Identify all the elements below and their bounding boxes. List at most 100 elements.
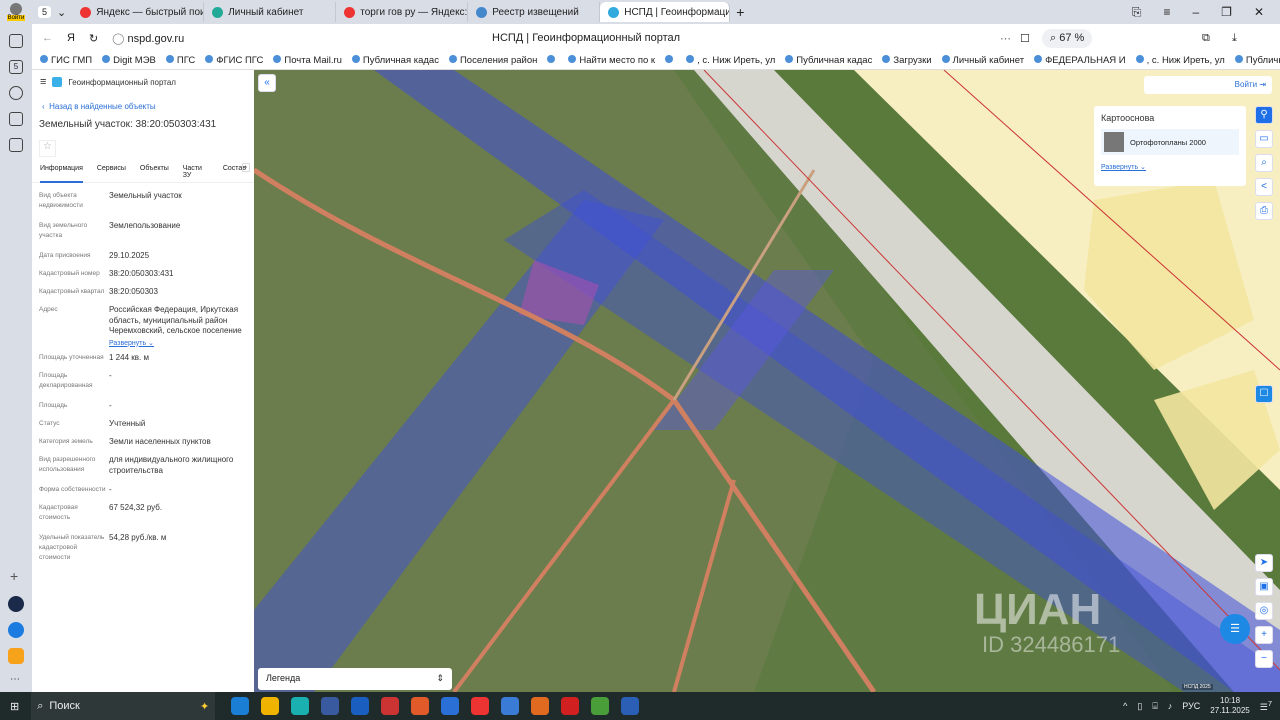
taskbar-app-icon[interactable] (501, 697, 520, 715)
menu-icon[interactable]: ≡ (1163, 5, 1170, 20)
collections-icon[interactable] (9, 34, 23, 48)
panel-tab[interactable]: Информация (40, 165, 83, 183)
taskbar-app-icon[interactable] (531, 697, 550, 715)
taskbar-app-icon[interactable] (591, 697, 610, 715)
notifications-icon[interactable]: ☰7 (1260, 699, 1272, 713)
bookmark-item[interactable]: Публичная кадас (785, 55, 872, 66)
apps-icon[interactable] (9, 138, 23, 152)
taskbar-app-icon[interactable] (471, 697, 490, 715)
chat-button[interactable]: ☐ (1255, 385, 1273, 403)
expand-link[interactable]: Развернуть ⌄ (1101, 163, 1239, 171)
more-icon[interactable]: ⋯ (10, 674, 20, 685)
bookmark-item[interactable]: Публичная кадас (351, 55, 439, 66)
taskbar-app-icon[interactable] (621, 697, 640, 715)
bookmark-item[interactable]: , с. Ниж Иреть, ул (1135, 55, 1225, 66)
volume-icon[interactable]: ♪ (1168, 701, 1173, 711)
play-icon[interactable] (9, 86, 23, 100)
restore-button[interactable]: ❐ (1221, 5, 1232, 20)
basemap-option[interactable]: Ортофотопланы 2000 (1101, 129, 1239, 155)
windows-start-icon[interactable]: ⊞ (10, 700, 19, 713)
panel-tab[interactable]: Части ЗУ (183, 165, 209, 182)
yandex-icon[interactable]: Я (67, 32, 75, 44)
bookmark-item[interactable]: Публичная ка (1234, 55, 1280, 66)
language-indicator[interactable]: РУС (1182, 701, 1200, 711)
minimize-button[interactable]: – (1192, 5, 1199, 20)
taskbar-app-icon[interactable] (321, 697, 340, 715)
login-button[interactable]: Войти ⇥ (1144, 76, 1272, 94)
extensions-icon[interactable]: ⧉ (1202, 32, 1210, 45)
taskbar-app-icon[interactable] (381, 697, 400, 715)
tabs-scroll-right-button[interactable]: › (241, 163, 250, 172)
tabs-icon[interactable]: 5 (9, 60, 23, 74)
network-icon[interactable]: ⌸ (1152, 701, 1157, 712)
taskbar-app-icon[interactable] (561, 697, 580, 715)
clock[interactable]: 10:18 27.11.2025 (1210, 696, 1249, 716)
url-field[interactable]: ◯ nspd.gov.ru (112, 32, 184, 45)
geolocation-button[interactable]: ◎ (1255, 602, 1273, 620)
bookmark-item[interactable]: ПГС (165, 55, 195, 66)
bookmark-item[interactable]: Почта Mail.ru (273, 55, 342, 66)
favorite-star-icon[interactable]: ☆ (39, 140, 56, 157)
locate-button[interactable]: ➤ (1255, 554, 1273, 572)
bookmark-item[interactable]: ФЕДЕРАЛЬНАЯ И (1034, 55, 1126, 66)
new-tab-button[interactable]: + (736, 4, 744, 20)
taskbar-search[interactable]: ⌕ Поиск ✦ (31, 692, 216, 720)
minimap-button[interactable]: ▣ (1255, 578, 1273, 596)
taskbar-app-icon[interactable] (261, 697, 280, 715)
browser-tab[interactable]: НСПД | Геоинформационный портал× (600, 2, 731, 22)
support-chat-icon[interactable]: ☰ (1220, 614, 1250, 644)
bookmark-item[interactable]: ФГИС ПГС (205, 55, 263, 66)
more-icon[interactable]: ⋯ (1000, 32, 1011, 45)
taskbar-app-icon[interactable] (411, 697, 430, 715)
layers-button[interactable]: ⚲ (1255, 106, 1273, 124)
taskbar-app-icon[interactable] (231, 697, 250, 715)
profile-button[interactable]: Войти (0, 3, 32, 21)
collapse-panel-button[interactable]: « (258, 74, 276, 92)
image-icon[interactable] (9, 112, 23, 126)
close-window-button[interactable]: ✕ (1254, 5, 1264, 20)
bookmark-icon[interactable]: ☐ (1020, 32, 1030, 45)
expand-address-link[interactable]: Развернуть ⌄ (109, 339, 246, 350)
search-area-button[interactable]: ⌕ (1255, 154, 1273, 172)
browser-tab[interactable]: Реестр извещений (468, 2, 601, 22)
taskbar-app-icon[interactable] (441, 697, 460, 715)
reload-icon[interactable]: ↻ (89, 32, 98, 45)
menu-icon[interactable]: ≡ (40, 76, 46, 88)
taskbar-app-icon[interactable] (351, 697, 370, 715)
tab-count[interactable]: 5 (38, 6, 52, 18)
bookmark-item[interactable] (665, 55, 676, 66)
browser-tab[interactable]: Личный кабинет (204, 2, 337, 22)
tabs-dropdown-icon[interactable]: ⌄ (57, 6, 66, 19)
bookmark-item[interactable]: Найти место по к (568, 55, 655, 66)
zoom-in-button[interactable]: + (1255, 626, 1273, 644)
bookmark-item[interactable]: Digit МЭВ (102, 55, 156, 66)
browser-tab[interactable]: Яндекс — быстрый поиск (72, 2, 205, 22)
bookmark-item[interactable] (547, 55, 558, 66)
app-icon[interactable] (8, 622, 24, 638)
print-button[interactable]: ⎙ (1255, 202, 1273, 220)
app-icon[interactable] (8, 596, 24, 612)
map-view[interactable]: « Войти ⇥ Картооснова Ортофотопланы 2000… (254, 70, 1280, 692)
bookmark-item[interactable]: Личный кабинет (941, 55, 1024, 66)
zoom-button[interactable]: ⌕ 67 % (1042, 28, 1093, 48)
back-link[interactable]: ‹ Назад в найденные объекты (32, 94, 254, 111)
bookmark-item[interactable]: Загрузки (882, 55, 932, 66)
add-icon[interactable]: + (10, 568, 18, 584)
bookmark-item[interactable]: , с. Ниж Иреть, ул (686, 55, 775, 66)
measure-button[interactable]: ▭ (1255, 130, 1273, 148)
panel-tab[interactable]: Сервисы (97, 165, 126, 182)
panel-tab[interactable]: Объекты (140, 165, 169, 182)
zoom-out-button[interactable]: − (1255, 650, 1273, 668)
bookmark-item[interactable]: Поселения район (448, 55, 537, 66)
battery-icon[interactable]: ▯ (1137, 701, 1142, 712)
back-icon[interactable]: ← (42, 32, 53, 44)
bookmark-item[interactable]: ГИС ГМП (40, 55, 92, 66)
legend-dropdown[interactable]: Легенда ⇕ (258, 668, 452, 690)
share-button[interactable]: < (1255, 178, 1273, 196)
browser-tab[interactable]: торги гов ру — Яндекс: н (336, 2, 469, 22)
app-icon[interactable] (8, 648, 24, 664)
bookmarks-icon[interactable]: ⎘ (1132, 5, 1142, 20)
taskbar-app-icon[interactable] (291, 697, 310, 715)
tray-chevron-icon[interactable]: ^ (1123, 701, 1127, 711)
downloads-icon[interactable]: ⤓ (1232, 32, 1237, 45)
